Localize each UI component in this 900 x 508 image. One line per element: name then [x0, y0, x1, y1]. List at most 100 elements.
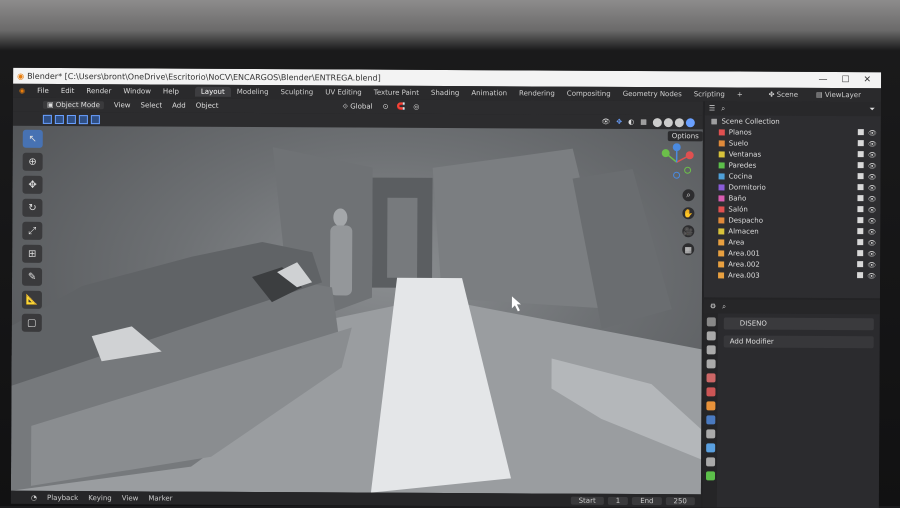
- select-mode-extend-icon[interactable]: [55, 114, 64, 123]
- material-shading-icon[interactable]: [675, 118, 684, 127]
- tab-modeling[interactable]: Modeling: [231, 87, 275, 97]
- outliner-search-icon[interactable]: ⌕: [721, 104, 725, 113]
- tab-layout[interactable]: Layout: [195, 87, 231, 97]
- view-layer-selector[interactable]: ▤ ViewLayer: [816, 91, 861, 99]
- render-tab-icon[interactable]: [706, 331, 715, 340]
- add-cube-tool-icon[interactable]: ▢: [22, 314, 42, 332]
- add-workspace-button[interactable]: +: [731, 89, 749, 99]
- select-box-tool-icon[interactable]: ↖: [23, 130, 43, 148]
- orientation-selector[interactable]: ⟐ Global: [338, 102, 376, 111]
- pan-hand-icon[interactable]: ✋: [682, 207, 694, 219]
- overlay-toggle-icon[interactable]: ◐: [628, 117, 634, 126]
- exclude-checkbox[interactable]: [857, 261, 863, 267]
- xray-toggle-icon[interactable]: ▦: [640, 118, 647, 127]
- exclude-checkbox[interactable]: [858, 173, 864, 179]
- eye-icon[interactable]: 👁: [867, 272, 876, 280]
- scene-tab-icon[interactable]: [706, 373, 715, 382]
- tab-shading[interactable]: Shading: [425, 88, 465, 98]
- properties-search-icon[interactable]: ⌕: [722, 302, 726, 311]
- navigation-gizmo[interactable]: [658, 143, 696, 181]
- viewport-menu-add[interactable]: Add: [172, 102, 186, 110]
- properties-editor-icon[interactable]: ⚙: [710, 302, 716, 310]
- pivot-icon[interactable]: ⊙: [383, 103, 389, 111]
- exclude-checkbox[interactable]: [857, 272, 863, 278]
- object-tab-icon[interactable]: [706, 401, 715, 410]
- timeline-editor-icon[interactable]: ◔: [31, 493, 37, 501]
- timeline-playback-menu[interactable]: Playback: [47, 493, 78, 501]
- outliner-item[interactable]: Cocina👁: [705, 170, 881, 182]
- rendered-shading-icon[interactable]: [686, 118, 695, 127]
- outliner-root[interactable]: ▦ Scene Collection: [705, 115, 881, 127]
- options-button[interactable]: Options: [668, 131, 703, 141]
- move-tool-icon[interactable]: ✥: [22, 176, 42, 194]
- menu-file[interactable]: File: [37, 87, 49, 95]
- viewport-menu-object[interactable]: Object: [196, 102, 219, 110]
- view-layer-tab-icon[interactable]: [706, 359, 715, 368]
- outliner-item[interactable]: Despacho👁: [704, 214, 880, 226]
- modifier-tab-icon[interactable]: [706, 415, 715, 424]
- eye-icon[interactable]: 👁: [868, 184, 877, 192]
- menu-render[interactable]: Render: [86, 87, 111, 95]
- exclude-checkbox[interactable]: [858, 151, 864, 157]
- exclude-checkbox[interactable]: [857, 228, 863, 234]
- tab-sculpting[interactable]: Sculpting: [275, 87, 320, 97]
- outliner-item[interactable]: Salón👁: [704, 203, 880, 215]
- filter-icon[interactable]: ⏷: [869, 105, 881, 114]
- tab-animation[interactable]: Animation: [465, 88, 513, 98]
- 3d-viewport[interactable]: [11, 126, 703, 495]
- exclude-checkbox[interactable]: [858, 195, 864, 201]
- outliner-item[interactable]: Area.001👁: [704, 247, 880, 259]
- outliner-item[interactable]: Almacen👁: [704, 225, 880, 237]
- add-modifier-button[interactable]: Add Modifier: [724, 335, 874, 348]
- menu-help[interactable]: Help: [163, 88, 179, 96]
- eye-icon[interactable]: 👁: [867, 261, 876, 269]
- mode-selector[interactable]: ▣ Object Mode: [43, 101, 104, 109]
- outliner-item[interactable]: Baño👁: [704, 192, 880, 204]
- output-tab-icon[interactable]: [706, 345, 715, 354]
- eye-icon[interactable]: 👁: [868, 173, 877, 181]
- camera-icon[interactable]: 🎥: [682, 225, 694, 237]
- select-mode-new-icon[interactable]: [43, 114, 52, 123]
- outliner-item[interactable]: Area.003👁: [704, 269, 880, 281]
- select-mode-subtract-icon[interactable]: [67, 115, 76, 124]
- outliner-item[interactable]: Planos👁: [705, 126, 881, 138]
- frame-end-field[interactable]: 250: [665, 497, 694, 505]
- minimize-button[interactable]: —: [818, 75, 827, 85]
- exclude-checkbox[interactable]: [858, 162, 864, 168]
- tab-scripting[interactable]: Scripting: [688, 89, 731, 99]
- exclude-checkbox[interactable]: [857, 217, 863, 223]
- measure-tool-icon[interactable]: 📐: [22, 291, 42, 309]
- rotate-tool-icon[interactable]: ↻: [22, 199, 42, 217]
- tool-tab-icon[interactable]: [706, 317, 715, 326]
- tab-texture-paint[interactable]: Texture Paint: [368, 88, 425, 98]
- tab-compositing[interactable]: Compositing: [561, 89, 617, 99]
- exclude-checkbox[interactable]: [858, 140, 864, 146]
- eye-icon[interactable]: 👁: [868, 206, 877, 214]
- eye-icon[interactable]: 👁: [867, 239, 876, 247]
- frame-start-field[interactable]: 1: [608, 496, 629, 504]
- viewport-menu-view[interactable]: View: [114, 101, 131, 109]
- exclude-checkbox[interactable]: [858, 206, 864, 212]
- tab-geometry-nodes[interactable]: Geometry Nodes: [617, 89, 688, 99]
- outliner-item[interactable]: Suelo👁: [705, 137, 881, 149]
- gizmo-toggle-icon[interactable]: ✥: [616, 117, 622, 126]
- outliner-item[interactable]: Paredes👁: [705, 159, 881, 171]
- exclude-checkbox[interactable]: [857, 250, 863, 256]
- eye-icon[interactable]: 👁: [867, 250, 876, 258]
- close-button[interactable]: ✕: [864, 75, 872, 85]
- menu-edit[interactable]: Edit: [61, 87, 75, 95]
- particles-tab-icon[interactable]: [706, 429, 715, 438]
- blender-menu-icon[interactable]: ◉: [19, 87, 25, 95]
- constraints-tab-icon[interactable]: [706, 457, 715, 466]
- grid-icon[interactable]: ▦: [682, 243, 694, 255]
- eye-icon[interactable]: 👁: [868, 195, 877, 203]
- eye-icon[interactable]: 👁: [867, 228, 876, 236]
- cursor-tool-icon[interactable]: ⊕: [23, 153, 43, 171]
- eye-icon[interactable]: 👁: [868, 151, 877, 159]
- eye-icon[interactable]: 👁: [868, 162, 877, 170]
- scale-tool-icon[interactable]: ⤢: [22, 222, 42, 240]
- annotate-tool-icon[interactable]: ✎: [22, 268, 42, 286]
- exclude-checkbox[interactable]: [857, 239, 863, 245]
- visibility-icon[interactable]: 👁: [601, 117, 610, 126]
- snap-icon[interactable]: 🧲: [396, 103, 405, 111]
